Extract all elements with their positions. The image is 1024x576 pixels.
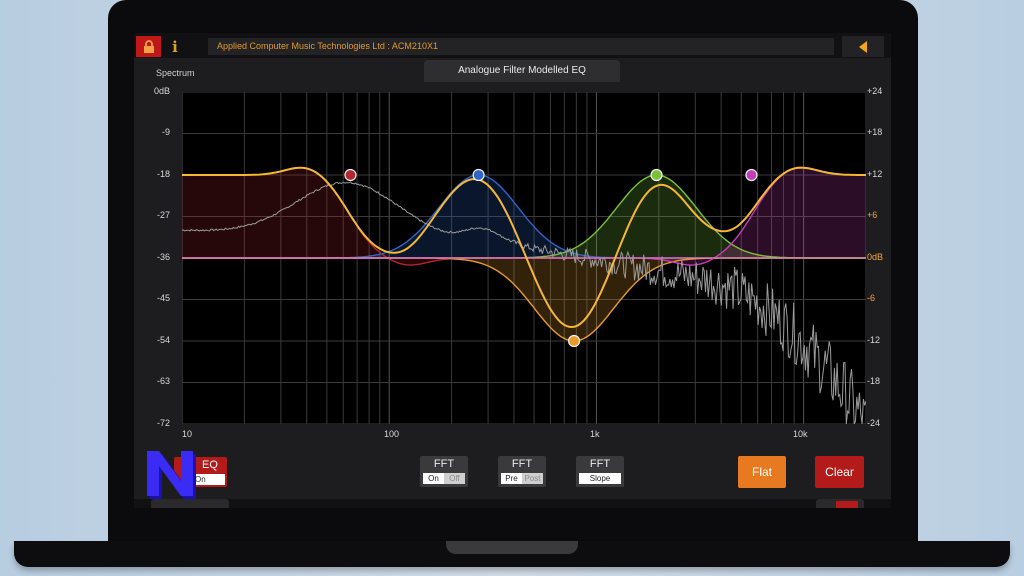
- eq-node-bell-3[interactable]: [650, 168, 663, 182]
- fft-onoff-switch[interactable]: On Off: [423, 473, 465, 484]
- y-right-label: -24: [867, 418, 881, 428]
- spectrum-label: Spectrum: [156, 68, 195, 78]
- eq-graph[interactable]: [181, 91, 867, 425]
- bottom-strip: [134, 499, 891, 508]
- fft-on-option[interactable]: On: [423, 473, 444, 484]
- eq-button-label: EQ: [202, 459, 218, 471]
- y-left-label: -36: [156, 252, 170, 262]
- fft-post-option[interactable]: Post: [522, 473, 543, 484]
- y-right-label: +18: [867, 127, 883, 137]
- y-left-label: -27: [156, 210, 170, 220]
- y-left-label: -72: [156, 418, 170, 428]
- y-left-label: -9: [161, 127, 170, 137]
- clear-button[interactable]: Clear: [815, 456, 864, 488]
- fft-label: FFT: [433, 458, 455, 470]
- eq-graph-svg[interactable]: [181, 91, 867, 425]
- fft-prepost-switch[interactable]: Pre Post: [501, 473, 543, 484]
- y-right-label: 0dB: [867, 252, 884, 262]
- x-label: 100: [384, 429, 400, 439]
- y-right-label: -18: [867, 376, 881, 386]
- fft-slope-control[interactable]: FFT Slope: [576, 456, 624, 487]
- fft-prepost-control[interactable]: FFT Pre Post: [498, 456, 546, 487]
- panel-title: Analogue Filter Modelled EQ: [424, 60, 620, 82]
- y-left-label: -63: [156, 376, 170, 386]
- lock-icon: [143, 39, 154, 53]
- fft-slope-switch[interactable]: Slope: [579, 473, 621, 484]
- triangle-left-icon: [859, 40, 867, 53]
- y-right-label: +12: [867, 169, 883, 179]
- x-label: 10k: [793, 429, 808, 439]
- window-title: Applied Computer Music Technologies Ltd …: [208, 38, 834, 55]
- lock-button[interactable]: [136, 36, 161, 57]
- y-right-label: -12: [867, 335, 881, 345]
- y-left-label: -54: [156, 335, 170, 345]
- y-right-label: +6: [867, 210, 878, 220]
- eq-node-high-shelf[interactable]: [745, 168, 758, 182]
- fft-onoff-control[interactable]: FFT On Off: [420, 456, 468, 487]
- eq-node-bell-1[interactable]: [472, 168, 485, 182]
- fft-pre-option[interactable]: Pre: [501, 473, 522, 484]
- y-left-label: 0dB: [153, 86, 170, 96]
- eq-node-low-shelf[interactable]: [344, 168, 357, 182]
- fft-label: FFT: [589, 458, 611, 470]
- n-logo-icon: [147, 451, 196, 499]
- info-button[interactable]: i: [165, 36, 185, 57]
- laptop-notch: [446, 541, 578, 554]
- bottom-red-indicator: [836, 501, 858, 508]
- fft-label: FFT: [511, 458, 533, 470]
- y-left-label: -18: [156, 169, 170, 179]
- x-label: 10: [182, 429, 193, 439]
- fft-off-option[interactable]: Off: [444, 473, 465, 484]
- y-left-label: -45: [156, 293, 170, 303]
- eq-node-bell-2[interactable]: [567, 334, 581, 348]
- bottom-tab[interactable]: [151, 499, 229, 508]
- fft-slope-option[interactable]: Slope: [579, 473, 621, 484]
- x-label: 1k: [590, 429, 600, 439]
- flat-button[interactable]: Flat: [738, 456, 786, 488]
- collapse-button[interactable]: [842, 36, 884, 57]
- plugin-screen: i Applied Computer Music Technologies Lt…: [134, 33, 891, 508]
- y-right-label: -6: [867, 293, 876, 303]
- y-right-label: +24: [867, 86, 883, 96]
